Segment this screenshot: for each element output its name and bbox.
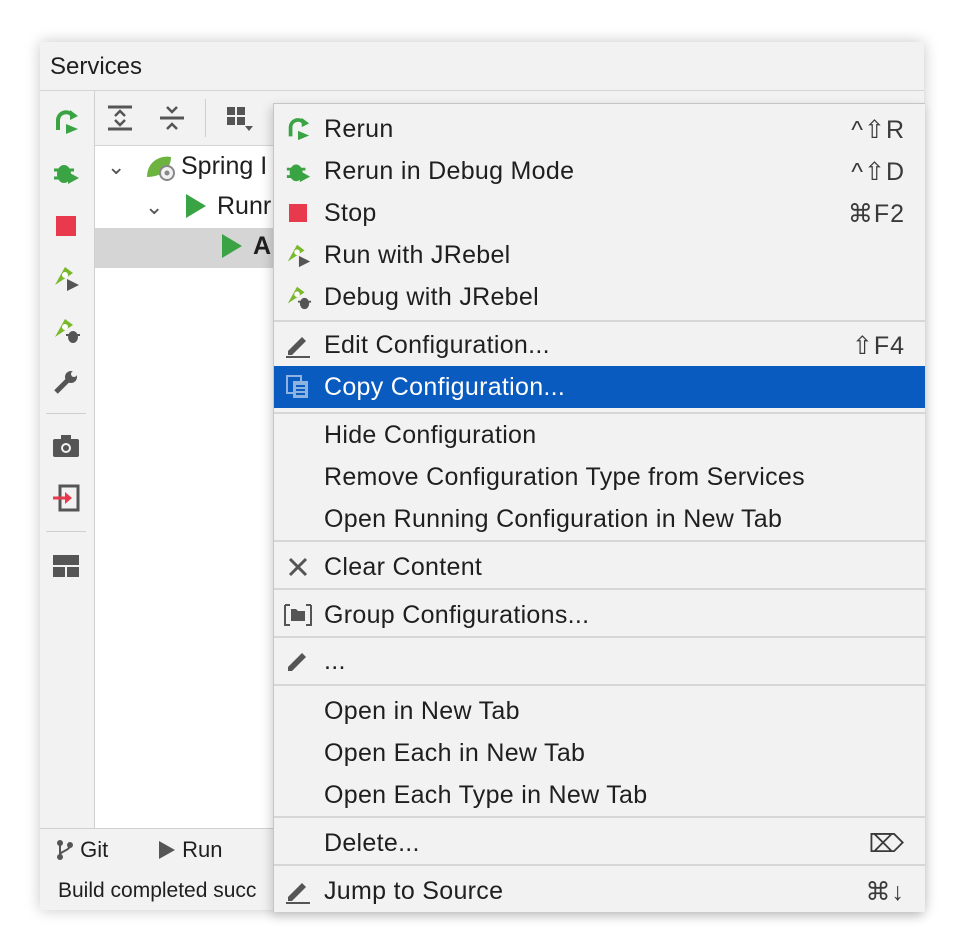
rerun-debug-icon[interactable] [51, 157, 81, 187]
menu-item-open-running-configuration[interactable]: Open Running Configuration in New Tab [274, 498, 925, 540]
menu-item-rename[interactable]: ... [274, 640, 925, 682]
stop-icon [284, 198, 312, 228]
menu-item-hide-configuration[interactable]: Hide Configuration [274, 414, 925, 456]
left-toolbar [40, 91, 95, 828]
tab-run-label: Run [182, 837, 223, 862]
toolbar-separator [46, 531, 86, 532]
window-title: Services [50, 53, 143, 80]
menu-separator [274, 684, 925, 686]
menu-item-jump-to-source[interactable]: Jump to Source ⌘↓ [274, 870, 925, 912]
run-icon [221, 233, 243, 266]
camera-icon[interactable] [51, 431, 81, 461]
pencil-icon [284, 646, 312, 676]
jrebel-run-icon[interactable] [51, 263, 81, 293]
expand-all-icon[interactable] [103, 101, 137, 135]
menu-item-label: Debug with JRebel [324, 283, 539, 311]
tree-row-label: Runr [217, 192, 272, 220]
menu-item-label: Open Each in New Tab [324, 739, 586, 767]
menu-item-label: Jump to Source [324, 877, 504, 905]
menu-item-label: Edit Configuration... [324, 331, 550, 359]
chevron-down-icon[interactable]: ⌄ [145, 194, 163, 220]
menu-item-open-each-type-in-new-tab[interactable]: Open Each Type in New Tab [274, 774, 925, 816]
rerun-icon[interactable] [51, 107, 81, 137]
rerun-debug-icon [284, 156, 312, 186]
menu-item-label: Hide Configuration [324, 421, 537, 449]
menu-item-label: Open Running Configuration in New Tab [324, 505, 783, 533]
rerun-icon [284, 114, 312, 144]
run-icon [185, 193, 207, 226]
menu-item-label: Remove Configuration Type from Services [324, 463, 805, 491]
toolbar-separator [205, 99, 206, 137]
menu-item-label: Group Configurations... [324, 601, 590, 629]
menu-item-label: Copy Configuration... [324, 373, 566, 401]
tree-row-label: A [253, 232, 272, 260]
menu-item-shortcut: ⌘↓ [865, 878, 905, 906]
tree-row-label: Spring I [181, 152, 268, 180]
tab-git[interactable]: Git [56, 837, 108, 863]
menu-item-open-in-new-tab[interactable]: Open in New Tab [274, 690, 925, 732]
spring-boot-icon [145, 153, 177, 190]
copy-icon [284, 372, 312, 402]
toolbar-separator [46, 413, 86, 414]
edit-icon [284, 330, 312, 360]
menu-item-edit-configuration[interactable]: Edit Configuration... ⇧F4 [274, 324, 925, 366]
menu-item-label: Stop [324, 199, 377, 227]
folder-icon [284, 600, 312, 630]
menu-item-shortcut: ^⇧R [851, 116, 905, 144]
menu-item-debug-jrebel[interactable]: Debug with JRebel [274, 276, 925, 318]
menu-item-label: Rerun in Debug Mode [324, 157, 575, 185]
tab-run[interactable]: Run [158, 837, 222, 863]
menu-separator [274, 320, 925, 322]
menu-item-shortcut: ⌘F2 [847, 200, 905, 228]
title-bar: Services [40, 42, 924, 91]
run-icon [159, 841, 175, 859]
menu-item-copy-configuration[interactable]: Copy Configuration... [274, 366, 925, 408]
menu-item-run-jrebel[interactable]: Run with JRebel [274, 234, 925, 276]
menu-separator [274, 636, 925, 638]
menu-separator [274, 588, 925, 590]
menu-item-shortcut: ⇧F4 [851, 332, 905, 360]
menu-item-delete[interactable]: Delete... ⌦ [274, 822, 925, 864]
delete-key-icon: ⌦ [868, 830, 905, 858]
menu-item-remove-configuration-type[interactable]: Remove Configuration Type from Services [274, 456, 925, 498]
menu-item-label: Clear Content [324, 553, 483, 581]
import-icon[interactable] [51, 483, 81, 513]
menu-item-stop[interactable]: Stop ⌘F2 [274, 192, 925, 234]
stop-icon[interactable] [51, 211, 81, 241]
menu-separator [274, 864, 925, 866]
jrebel-run-icon [284, 240, 312, 270]
edit-icon [284, 876, 312, 906]
status-text: Build completed succ [58, 879, 257, 902]
group-by-icon[interactable] [223, 101, 257, 135]
menu-separator [274, 816, 925, 818]
menu-separator [274, 540, 925, 542]
menu-item-label: Run with JRebel [324, 241, 511, 269]
collapse-all-icon[interactable] [155, 101, 189, 135]
menu-item-open-each-in-new-tab[interactable]: Open Each in New Tab [274, 732, 925, 774]
jrebel-debug-icon [284, 282, 312, 312]
chevron-down-icon[interactable]: ⌄ [107, 154, 125, 180]
menu-item-label: Open Each Type in New Tab [324, 781, 648, 809]
tab-git-label: Git [80, 837, 109, 862]
menu-item-rerun[interactable]: Rerun ^⇧R [274, 108, 925, 150]
menu-item-clear-content[interactable]: Clear Content [274, 546, 925, 588]
menu-item-group-configurations[interactable]: Group Configurations... [274, 594, 925, 636]
layout-icon[interactable] [51, 551, 81, 581]
close-icon [284, 552, 312, 582]
menu-item-shortcut: ^⇧D [851, 158, 905, 186]
git-branch-icon [57, 840, 73, 860]
wrench-icon[interactable] [51, 367, 81, 397]
context-menu: Rerun ^⇧R Rerun in Debug Mode ^⇧D Stop ⌘… [273, 103, 925, 912]
menu-item-label: ... [324, 647, 346, 675]
menu-item-rerun-debug[interactable]: Rerun in Debug Mode ^⇧D [274, 150, 925, 192]
jrebel-debug-icon[interactable] [51, 315, 81, 345]
menu-item-label: Open in New Tab [324, 697, 520, 725]
menu-item-label: Delete... [324, 829, 420, 857]
menu-item-label: Rerun [324, 115, 394, 143]
